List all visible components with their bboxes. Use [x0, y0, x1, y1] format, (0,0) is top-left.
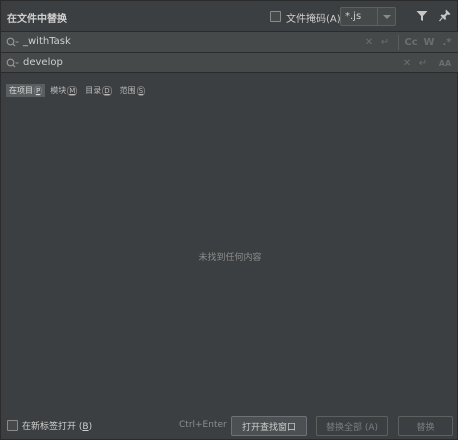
find-input[interactable]: _withTask: [23, 36, 71, 47]
newline-icon[interactable]: ↵: [379, 36, 391, 48]
title-bar: 在文件中替换 文件掩码(A): *.js: [1, 1, 458, 31]
dialog-title: 在文件中替换: [7, 14, 67, 25]
tab-directory[interactable]: 目录 D: [82, 84, 114, 97]
open-find-window-button[interactable]: 打开查找窗口: [231, 416, 307, 436]
clear-icon[interactable]: ✕: [363, 36, 375, 48]
tab-module[interactable]: 模块 M: [47, 84, 80, 97]
tab-in-project[interactable]: 在项目 P: [6, 84, 46, 97]
filter-icon[interactable]: [416, 10, 428, 22]
file-mask-combo[interactable]: *.js: [340, 7, 396, 26]
divider: [398, 35, 399, 50]
empty-results-message: 未找到任何内容: [198, 253, 262, 263]
replace-in-files-dialog: 在文件中替换 文件掩码(A): *.js _withTask ✕ ↵ Cc W …: [0, 0, 458, 440]
search-history-icon[interactable]: [6, 37, 19, 48]
pin-icon[interactable]: [439, 9, 451, 22]
tab-mnemonic: P: [34, 86, 43, 96]
match-case-toggle[interactable]: Cc: [404, 36, 418, 48]
regex-toggle[interactable]: .*: [441, 36, 453, 48]
newline-icon[interactable]: ↵: [417, 57, 429, 69]
tab-label: 范围: [119, 86, 136, 95]
chevron-down-icon[interactable]: [377, 8, 395, 25]
replace-row: develop ✕ ↵ AA: [1, 52, 458, 73]
tab-scope[interactable]: 范围 S: [117, 84, 148, 97]
shortcut-hint: Ctrl+Enter: [179, 420, 227, 430]
replace-history-icon[interactable]: [6, 58, 19, 69]
file-mask-value: *.js: [345, 11, 362, 22]
label-text: 在新标签打开: [22, 422, 77, 432]
file-mask-checkbox[interactable]: [270, 11, 281, 22]
preserve-case-toggle[interactable]: AA: [438, 57, 452, 69]
label-mnemonic: B: [82, 422, 89, 432]
tab-mnemonic: M: [67, 86, 78, 96]
replace-all-button[interactable]: 替换全部 (A): [316, 416, 388, 436]
tab-label: 模块: [50, 86, 67, 95]
file-mask-label: 文件掩码(A):: [286, 14, 345, 25]
tab-label: 在项目: [9, 86, 33, 95]
tab-mnemonic: S: [136, 86, 146, 96]
replace-button[interactable]: 替换: [398, 416, 453, 436]
tab-mnemonic: D: [102, 86, 112, 96]
clear-icon[interactable]: ✕: [401, 57, 413, 69]
open-in-new-tab-label: 在新标签打开 (B): [22, 422, 93, 432]
whole-words-toggle[interactable]: W: [423, 36, 435, 48]
tab-label: 目录: [85, 86, 102, 95]
scope-tabs: 在项目 P 模块 M 目录 D 范围 S: [6, 83, 150, 98]
replace-input[interactable]: develop: [23, 57, 63, 68]
open-in-new-tab-checkbox[interactable]: [7, 420, 18, 431]
find-row: _withTask ✕ ↵ Cc W .*: [1, 31, 458, 52]
